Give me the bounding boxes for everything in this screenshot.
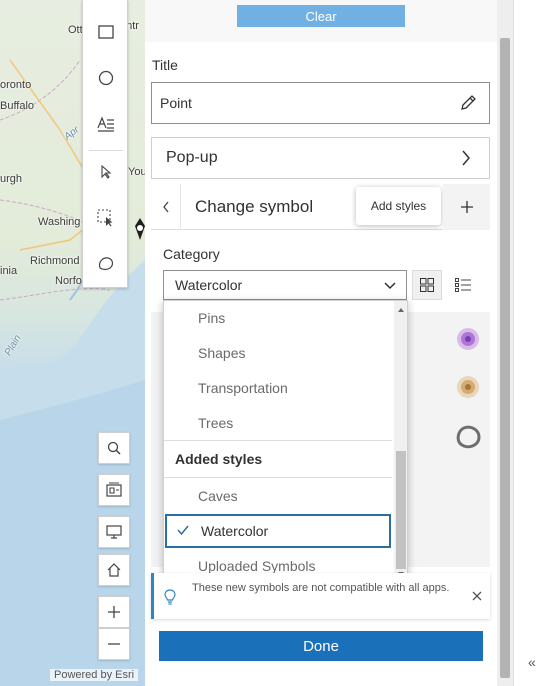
circle-icon <box>98 70 114 86</box>
chevron-down-icon <box>384 282 396 290</box>
panel-scrollbar[interactable] <box>497 0 513 686</box>
add-styles-tooltip: Add styles <box>356 187 441 225</box>
basemap-icon <box>106 482 122 497</box>
title-label: Title <box>152 57 178 73</box>
circle-tool-button[interactable] <box>83 58 129 98</box>
dropdown-divider <box>164 477 392 478</box>
category-option-caves[interactable]: Caves <box>164 479 392 513</box>
rectangle-icon <box>98 25 114 39</box>
map-label-toronto: oronto <box>0 79 32 91</box>
lightbulb-icon <box>164 589 176 605</box>
category-select[interactable]: Watercolor <box>163 270 407 300</box>
sketch-toolbar <box>82 0 128 288</box>
notice-text: These new symbols are not compatible wit… <box>192 582 450 594</box>
search-icon <box>107 441 121 455</box>
collapse-panel-button[interactable]: « <box>528 654 536 670</box>
category-label: Category <box>163 246 220 262</box>
chevron-left-icon <box>162 201 169 213</box>
text-icon <box>97 116 114 132</box>
pencil-icon[interactable] <box>459 94 477 112</box>
zoom-out-icon <box>108 643 120 645</box>
title-field[interactable]: Point <box>151 82 490 124</box>
clear-bar: Clear <box>145 0 497 42</box>
symbol-tan-flower[interactable] <box>453 372 483 402</box>
map-attribution[interactable]: Powered by Esri <box>50 669 139 681</box>
done-button[interactable]: Done <box>159 631 483 661</box>
rectangle-select-icon <box>97 209 113 227</box>
home-button[interactable] <box>98 554 130 586</box>
popup-label: Pop-up <box>166 149 218 166</box>
map-label-richmond: Richmond <box>30 255 80 267</box>
rectangle-tool-button[interactable] <box>83 12 129 52</box>
rectangle-select-tool-button[interactable] <box>83 198 129 238</box>
basemap-button[interactable] <box>98 474 130 506</box>
select-tool-button[interactable] <box>83 152 129 192</box>
scroll-up-arrow-icon[interactable] <box>394 305 408 315</box>
category-option-shapes[interactable]: Shapes <box>164 336 392 370</box>
toolbar-divider <box>89 150 123 151</box>
dropdown-scrollbar[interactable] <box>394 301 408 579</box>
map-label-pittsburgh: urgh <box>0 173 23 185</box>
category-option-transportation[interactable]: Transportation <box>164 371 392 405</box>
list-icon <box>455 278 471 292</box>
grid-view-button[interactable] <box>412 270 442 300</box>
zoom-in-button[interactable] <box>98 596 130 628</box>
added-styles-group-label: Added styles <box>164 440 392 476</box>
fullscreen-icon <box>106 525 122 539</box>
map-label-virginia: inia <box>0 265 18 277</box>
add-styles-button[interactable] <box>443 184 490 230</box>
list-view-button[interactable] <box>448 270 478 300</box>
home-icon <box>107 563 121 577</box>
panel-scrollbar-thumb[interactable] <box>500 38 510 678</box>
plus-icon <box>460 201 473 213</box>
chevron-right-icon <box>462 150 470 166</box>
lasso-icon <box>98 257 114 271</box>
symbol-editor-panel: Clear Title Point Pop-up Change symbol A… <box>145 0 497 686</box>
map-view[interactable]: Otta ontr oronto Buffalo urgh Washing Ri… <box>0 0 145 686</box>
symbol-gray-ring[interactable] <box>453 422 483 452</box>
select-icon <box>101 165 112 179</box>
category-option-pins[interactable]: Pins <box>164 301 392 335</box>
popup-row[interactable]: Pop-up <box>151 137 490 179</box>
map-label-newyork: You <box>128 166 145 178</box>
grid-icon <box>420 278 434 292</box>
category-value: Watercolor <box>175 277 243 293</box>
change-symbol-header: Change symbol Add styles <box>151 184 490 230</box>
compatibility-notice: These new symbols are not compatible wit… <box>151 573 490 619</box>
change-symbol-title: Change symbol <box>195 197 314 216</box>
close-icon[interactable] <box>472 591 482 601</box>
map-label-norfolk: Norfo <box>55 275 82 287</box>
category-option-watercolor[interactable]: Watercolor <box>165 514 391 548</box>
lasso-tool-button[interactable] <box>83 244 129 284</box>
right-gutter <box>513 0 558 686</box>
map-search-button[interactable] <box>98 432 130 464</box>
symbol-purple-flower[interactable] <box>453 324 483 354</box>
fullscreen-button[interactable] <box>98 516 130 548</box>
zoom-in-icon <box>108 606 120 618</box>
title-value: Point <box>160 95 192 111</box>
text-tool-button[interactable] <box>83 104 129 144</box>
back-button[interactable] <box>151 184 181 230</box>
zoom-out-button[interactable] <box>98 628 130 660</box>
dropdown-scrollbar-thumb[interactable] <box>396 451 406 569</box>
category-dropdown-list: Pins Shapes Transportation Trees Added s… <box>163 300 408 580</box>
check-icon <box>177 525 189 536</box>
category-option-trees[interactable]: Trees <box>164 406 392 440</box>
category-option-watercolor-label: Watercolor <box>201 523 269 539</box>
map-label-washington: Washing <box>38 216 81 228</box>
map-label-buffalo: Buffalo <box>0 100 35 112</box>
clear-button[interactable]: Clear <box>237 5 405 27</box>
